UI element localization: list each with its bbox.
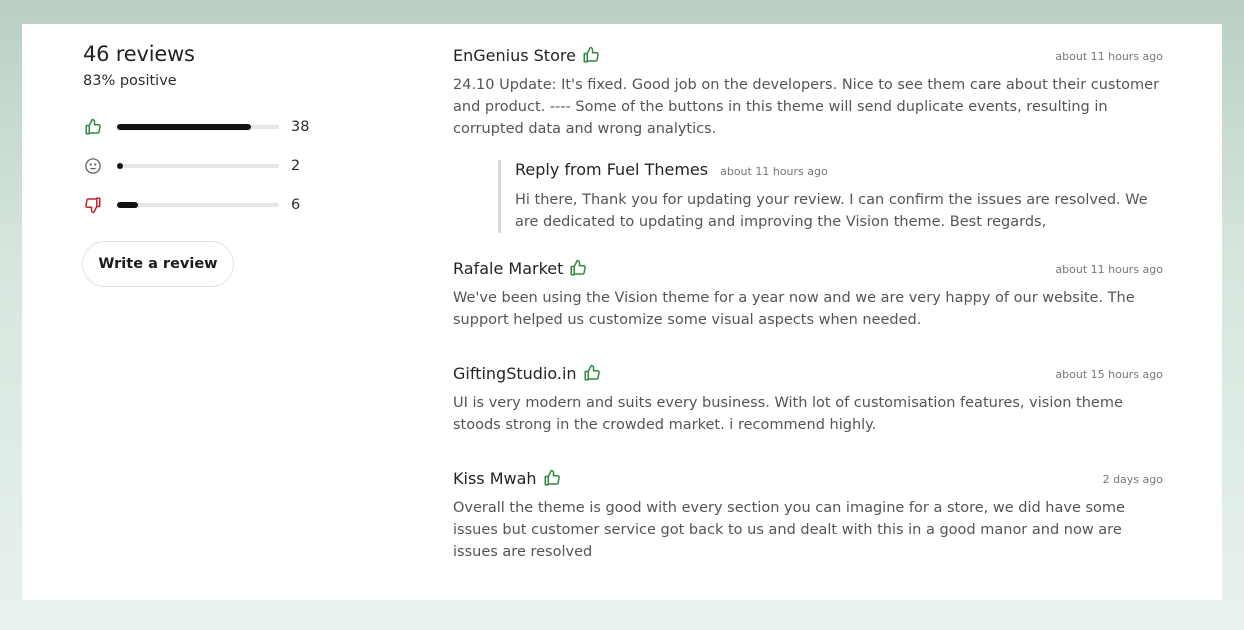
neutral-bar [117,162,279,169]
thumbs-down-icon [83,195,103,215]
rating-row-positive: 38 [83,107,343,146]
review-item: Kiss Mwah 2 days ago Overall the theme i… [453,465,1163,563]
rating-row-negative: 6 [83,185,343,224]
positive-count: 38 [291,118,310,135]
write-review-button[interactable]: Write a review [82,241,234,287]
review-time: about 15 hours ago [1055,368,1163,381]
review-author[interactable]: EnGenius Store [453,46,576,65]
positive-bar-fill [117,123,252,130]
review-body: We've been using the Vision theme for a … [453,290,1135,328]
review-body: Overall the theme is good with every sec… [453,500,1125,560]
review-author[interactable]: GiftingStudio.in [453,364,577,383]
neutral-count: 2 [291,157,301,174]
review-body: UI is very modern and suits every busine… [453,395,1123,433]
review-author[interactable]: Rafale Market [453,259,563,278]
positive-percentage: 83% positive [83,73,177,89]
thumbs-up-icon [569,259,587,277]
review-time: 2 days ago [1102,473,1163,486]
review-time: about 11 hours ago [1055,263,1163,276]
thumbs-up-icon [583,364,601,382]
thumbs-up-icon [543,469,561,487]
review-item: Rafale Market about 11 hours ago We've b… [453,255,1163,331]
neutral-face-icon [83,156,103,176]
thumbs-up-icon [582,46,600,64]
reviews-list: EnGenius Store about 11 hours ago 24.10 … [453,42,1163,563]
merchant-reply: Reply from Fuel Themes about 11 hours ag… [498,160,1163,233]
negative-count: 6 [291,196,301,213]
positive-bar [117,123,279,130]
thumbs-up-icon [83,117,103,137]
negative-bar [117,201,279,208]
reply-body: Hi there, Thank you for updating your re… [515,192,1148,230]
neutral-bar-fill [117,162,124,169]
rating-row-neutral: 2 [83,146,343,185]
review-item: GiftingStudio.in about 15 hours ago UI i… [453,360,1163,436]
reply-title: Reply from Fuel Themes [515,160,709,179]
review-author[interactable]: Kiss Mwah [453,469,537,488]
review-body: 24.10 Update: It's fixed. Good job on th… [453,77,1160,137]
review-time: about 11 hours ago [1055,50,1163,63]
reviews-card: 46 reviews 83% positive 38 2 6 Write a r… [22,24,1222,600]
negative-bar-fill [117,201,139,208]
review-item: EnGenius Store about 11 hours ago 24.10 … [453,42,1163,233]
reviews-count-title: 46 reviews [83,42,195,66]
reviews-summary: 46 reviews 83% positive 38 2 6 [83,42,343,224]
reply-time: about 11 hours ago [720,165,828,178]
